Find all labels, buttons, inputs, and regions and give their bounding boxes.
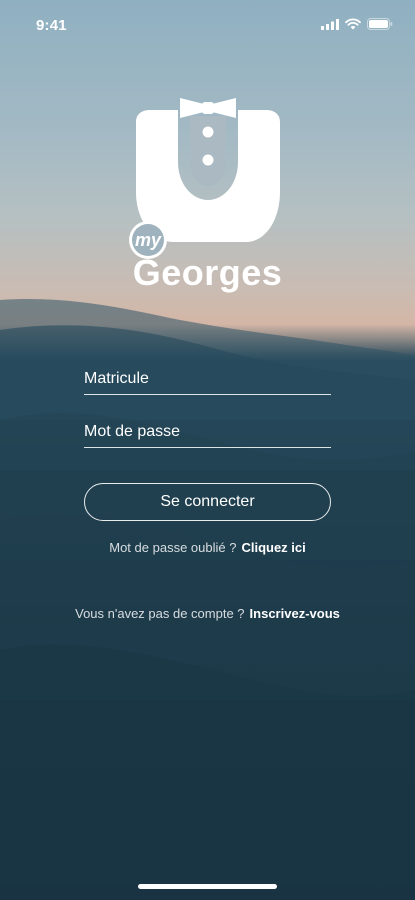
- login-button[interactable]: Se connecter: [84, 483, 331, 521]
- status-icons: [321, 18, 393, 30]
- status-time: 9:41: [36, 17, 67, 34]
- password-field-wrapper: [84, 416, 331, 448]
- register-link[interactable]: Inscrivez-vous: [250, 606, 340, 621]
- logo-tag: my: [135, 230, 162, 250]
- matricule-input[interactable]: [84, 363, 331, 394]
- brand-name: Georges: [132, 252, 283, 293]
- register-row: Vous n'avez pas de compte ? Inscrivez-vou…: [0, 606, 415, 621]
- signal-icon: [321, 18, 339, 30]
- home-indicator[interactable]: [138, 884, 277, 889]
- forgot-password-row: Mot de passe oublié ? Cliquez ici: [0, 540, 415, 555]
- forgot-password-link[interactable]: Cliquez ici: [241, 540, 305, 555]
- forgot-password-text: Mot de passe oublié ?: [109, 540, 237, 555]
- battery-icon: [367, 18, 393, 30]
- register-text: Vous n'avez pas de compte ?: [75, 606, 245, 621]
- password-input[interactable]: [84, 416, 331, 447]
- wifi-icon: [345, 18, 361, 30]
- status-bar: 9:41: [0, 0, 415, 48]
- matricule-field-wrapper: [84, 363, 331, 395]
